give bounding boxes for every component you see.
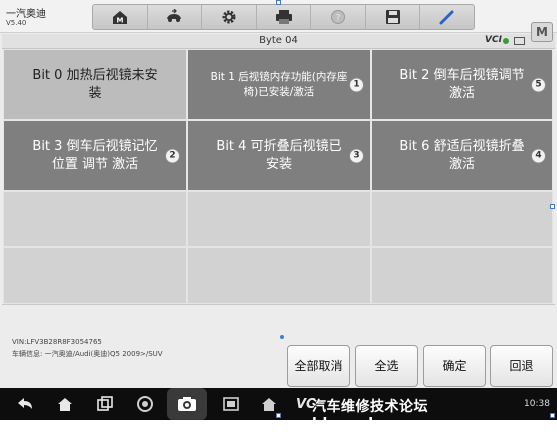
vehicle-info-text: 车辆信息: 一汽奥迪/Audi(奥迪)Q5 2009>/SUV [12, 350, 163, 358]
bit-cell-3[interactable]: Bit 3 倒车后视镜记忆位置 调节 激活 2 [3, 120, 187, 191]
m-button[interactable]: M [531, 22, 553, 42]
confirm-button[interactable]: 确定 [423, 345, 486, 387]
screen-capture-icon [223, 397, 239, 411]
home-button[interactable]: M [93, 5, 148, 29]
selection-handle [550, 204, 555, 209]
empty-cell [187, 247, 371, 304]
selection-order-badge: 5 [531, 77, 546, 92]
help-button[interactable]: ? [311, 5, 366, 29]
back-button[interactable]: 回退 [490, 345, 553, 387]
save-button[interactable] [366, 5, 421, 29]
recent-apps-icon [97, 396, 113, 411]
nav-back-button[interactable] [14, 393, 36, 415]
selection-handle [276, 0, 281, 5]
page-indicator-dot [280, 335, 284, 339]
bit-cell-label: Bit 6 舒适后视镜折叠激活 [399, 138, 525, 172]
selection-order-badge: 3 [349, 148, 364, 163]
screen-capture-button[interactable] [220, 393, 242, 415]
deselect-all-button[interactable]: 全部取消 [287, 345, 350, 387]
home-icon: M [112, 11, 127, 25]
vin-text: VIN:LFV3B28R8F3054765 [12, 338, 102, 346]
app-window: 一汽奥迪 V5.40 M ? Byte 04 VCI M Bit 0 加热后视镜… [0, 0, 557, 432]
vehicle-swap-button[interactable] [148, 5, 203, 29]
toolbar: M ? [92, 4, 475, 30]
empty-cell [3, 247, 187, 304]
svg-text:?: ? [336, 14, 341, 24]
selection-order-badge: 2 [165, 148, 180, 163]
bit-cell-0[interactable]: Bit 0 加热后视镜未安装 [3, 49, 187, 120]
empty-cell [3, 191, 187, 247]
nav-recents-button[interactable] [94, 393, 116, 415]
browser-icon [137, 396, 153, 412]
camera-button[interactable] [167, 388, 207, 420]
bit-cell-2[interactable]: Bit 2 倒车后视镜调节激活 5 [371, 49, 553, 120]
battery-icon [514, 37, 525, 45]
status-clock: 10:38 [524, 399, 550, 409]
title-strip: Byte 04 VCI [2, 34, 555, 49]
vehicle-swap-icon [167, 9, 182, 22]
empty-cell [371, 191, 553, 247]
bit-grid: Bit 0 加热后视镜未安装 Bit 1 后视镜内存功能(内存座椅)已安装/激活… [3, 49, 553, 304]
svg-text:M: M [116, 17, 123, 25]
selection-order-badge: 1 [349, 77, 364, 92]
empty-cell [187, 191, 371, 247]
bit-cell-label: Bit 2 倒车后视镜调节激活 [399, 67, 525, 101]
bit-cell-1[interactable]: Bit 1 后视镜内存功能(内存座椅)已安装/激活 1 [187, 49, 371, 120]
nav-home-shortcut-button[interactable] [258, 393, 280, 415]
selection-handle [550, 413, 555, 418]
back-arrow-icon [18, 398, 32, 409]
browser-button[interactable] [134, 393, 156, 415]
selection-handle [276, 413, 281, 418]
home-icon [262, 398, 276, 411]
bit-cell-label: Bit 4 可折叠后视镜已安装 [216, 138, 342, 172]
nav-home-button[interactable] [54, 393, 76, 415]
home-icon [58, 398, 72, 411]
save-icon [385, 10, 400, 24]
selection-order-badge: 4 [531, 148, 546, 163]
bit-cell-4[interactable]: Bit 4 可折叠后视镜已安装 3 [187, 120, 371, 191]
camera-icon [178, 397, 196, 411]
watermark-text: 汽车维修技术论坛 bbs.ephua.com [312, 399, 439, 432]
empty-cell [371, 247, 553, 304]
footer-panel: VIN:LFV3B28R8F3054765 车辆信息: 一汽奥迪/Audi(奥迪… [2, 304, 555, 387]
edit-button[interactable] [420, 5, 474, 29]
page-title: Byte 04 [259, 35, 298, 46]
print-icon [275, 10, 292, 24]
settings-gear-icon [222, 10, 236, 24]
settings-button[interactable] [202, 5, 257, 29]
bit-cell-label: Bit 3 倒车后视镜记忆位置 调节 激活 [32, 138, 158, 172]
help-icon: ? [331, 10, 346, 24]
vci-status: VCI [485, 35, 502, 45]
vci-connected-icon [503, 38, 509, 44]
bit-cell-label: Bit 1 后视镜内存功能(内存座椅)已安装/激活 [210, 70, 348, 98]
app-version: V5.40 [6, 19, 27, 27]
edit-pen-icon [439, 10, 454, 25]
print-button[interactable] [257, 5, 312, 29]
app-title: 一汽奥迪 [6, 9, 46, 20]
select-all-button[interactable]: 全选 [355, 345, 418, 387]
bit-cell-label: Bit 0 加热后视镜未安装 [32, 67, 158, 101]
bit-cell-6[interactable]: Bit 6 舒适后视镜折叠激活 4 [371, 120, 553, 191]
